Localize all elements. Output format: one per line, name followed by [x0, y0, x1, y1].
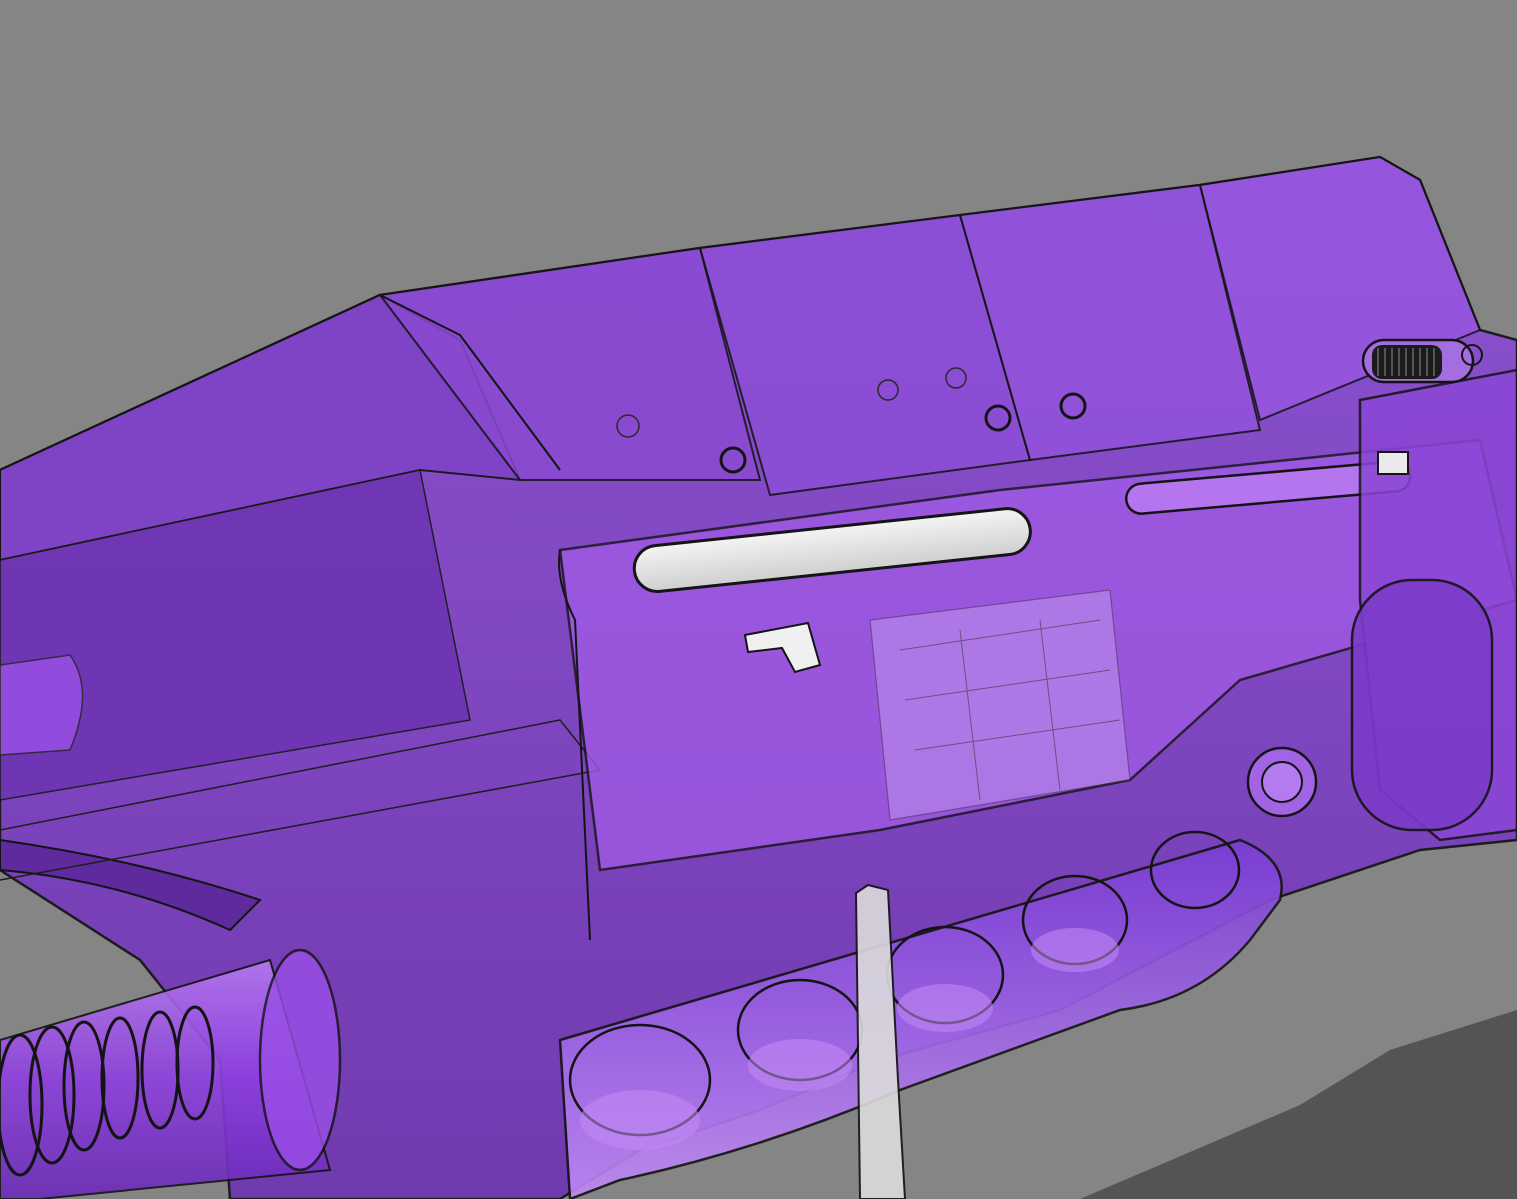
- ghost-clip: [1377, 451, 1409, 475]
- pivot-pin[interactable]: [1246, 746, 1318, 818]
- model-canvas[interactable]: [0, 0, 1517, 1199]
- mechanism-box: [869, 589, 1131, 821]
- grip-wheel[interactable]: [1361, 338, 1483, 384]
- rear-tube: [0, 654, 84, 756]
- cad-viewport[interactable]: [0, 0, 1517, 1199]
- ground-shadow: [1080, 1010, 1517, 1199]
- tail-window: [1350, 578, 1494, 832]
- barrel-end: [258, 948, 342, 1172]
